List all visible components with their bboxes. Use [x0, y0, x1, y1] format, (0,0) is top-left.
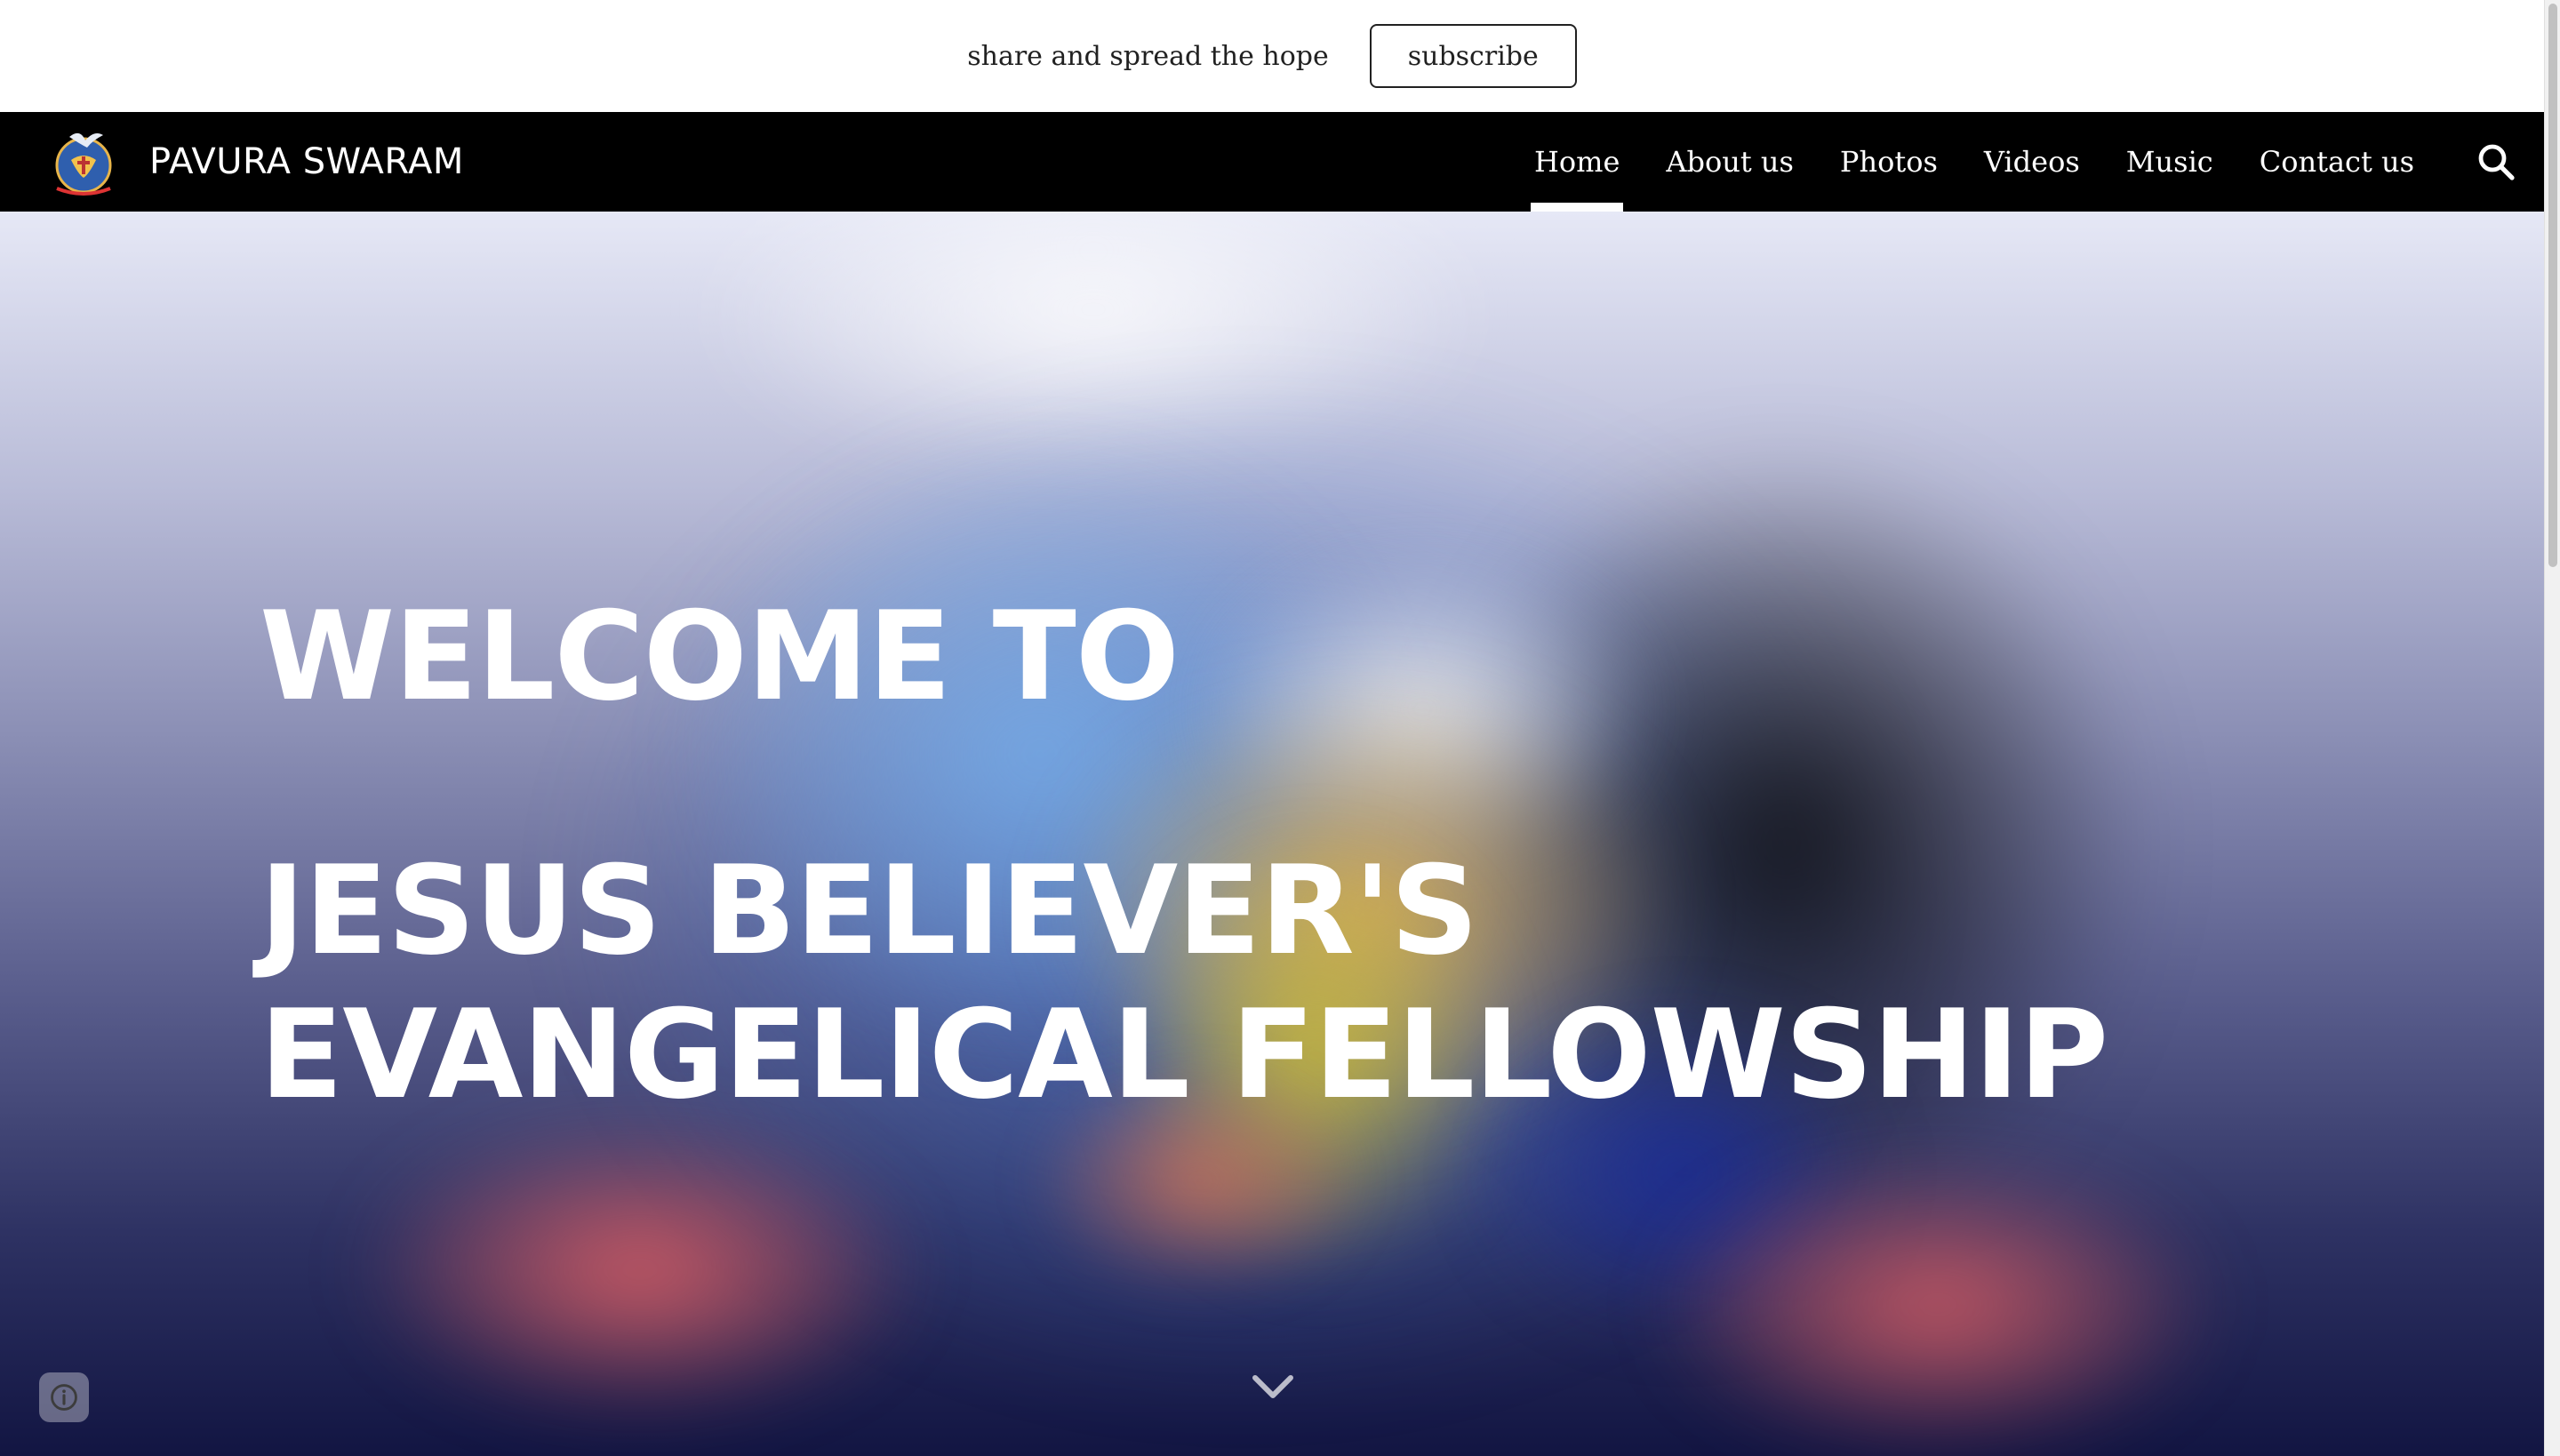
nav-item-home[interactable]: Home	[1511, 112, 1643, 212]
hero-background-shape	[1653, 1154, 2222, 1456]
scrollbar-thumb[interactable]	[2548, 4, 2557, 567]
announcement-bar: share and spread the hope subscribe	[0, 0, 2544, 112]
nav-item-about-us[interactable]: About us	[1643, 112, 1817, 212]
hero-banner: WELCOME TO JESUS BELIEVER'S EVANGELICAL …	[0, 212, 2544, 1456]
info-icon	[51, 1384, 77, 1411]
site-title[interactable]: PAVURA SWARAM	[149, 112, 464, 212]
hero-heading-line-2: JESUS BELIEVER'S EVANGELICAL FELLOWSHIP	[260, 839, 2108, 1126]
nav-item-contact-us[interactable]: Contact us	[2236, 112, 2437, 212]
main-nav: Home About us Photos Videos Music Contac…	[1511, 112, 2437, 212]
site-info-button[interactable]	[39, 1372, 89, 1422]
page-scrollbar[interactable]	[2544, 0, 2560, 1456]
hero-heading-line-1: WELCOME TO	[260, 585, 1180, 728]
announcement-text: share and spread the hope	[967, 40, 1329, 72]
hero-background-shape	[356, 1118, 924, 1420]
subscribe-button[interactable]: subscribe	[1369, 24, 1577, 88]
site-header: PAVURA SWARAM Home About us Photos Video…	[0, 112, 2544, 212]
nav-item-photos[interactable]: Photos	[1817, 112, 1961, 212]
nav-item-music[interactable]: Music	[2103, 112, 2236, 212]
hero-heading: WELCOME TO JESUS BELIEVER'S EVANGELICAL …	[260, 585, 2304, 1127]
nav-item-videos[interactable]: Videos	[1961, 112, 2103, 212]
site-logo[interactable]	[44, 124, 123, 199]
search-icon[interactable]	[2475, 140, 2517, 183]
chevron-down-icon[interactable]	[1250, 1371, 1296, 1403]
